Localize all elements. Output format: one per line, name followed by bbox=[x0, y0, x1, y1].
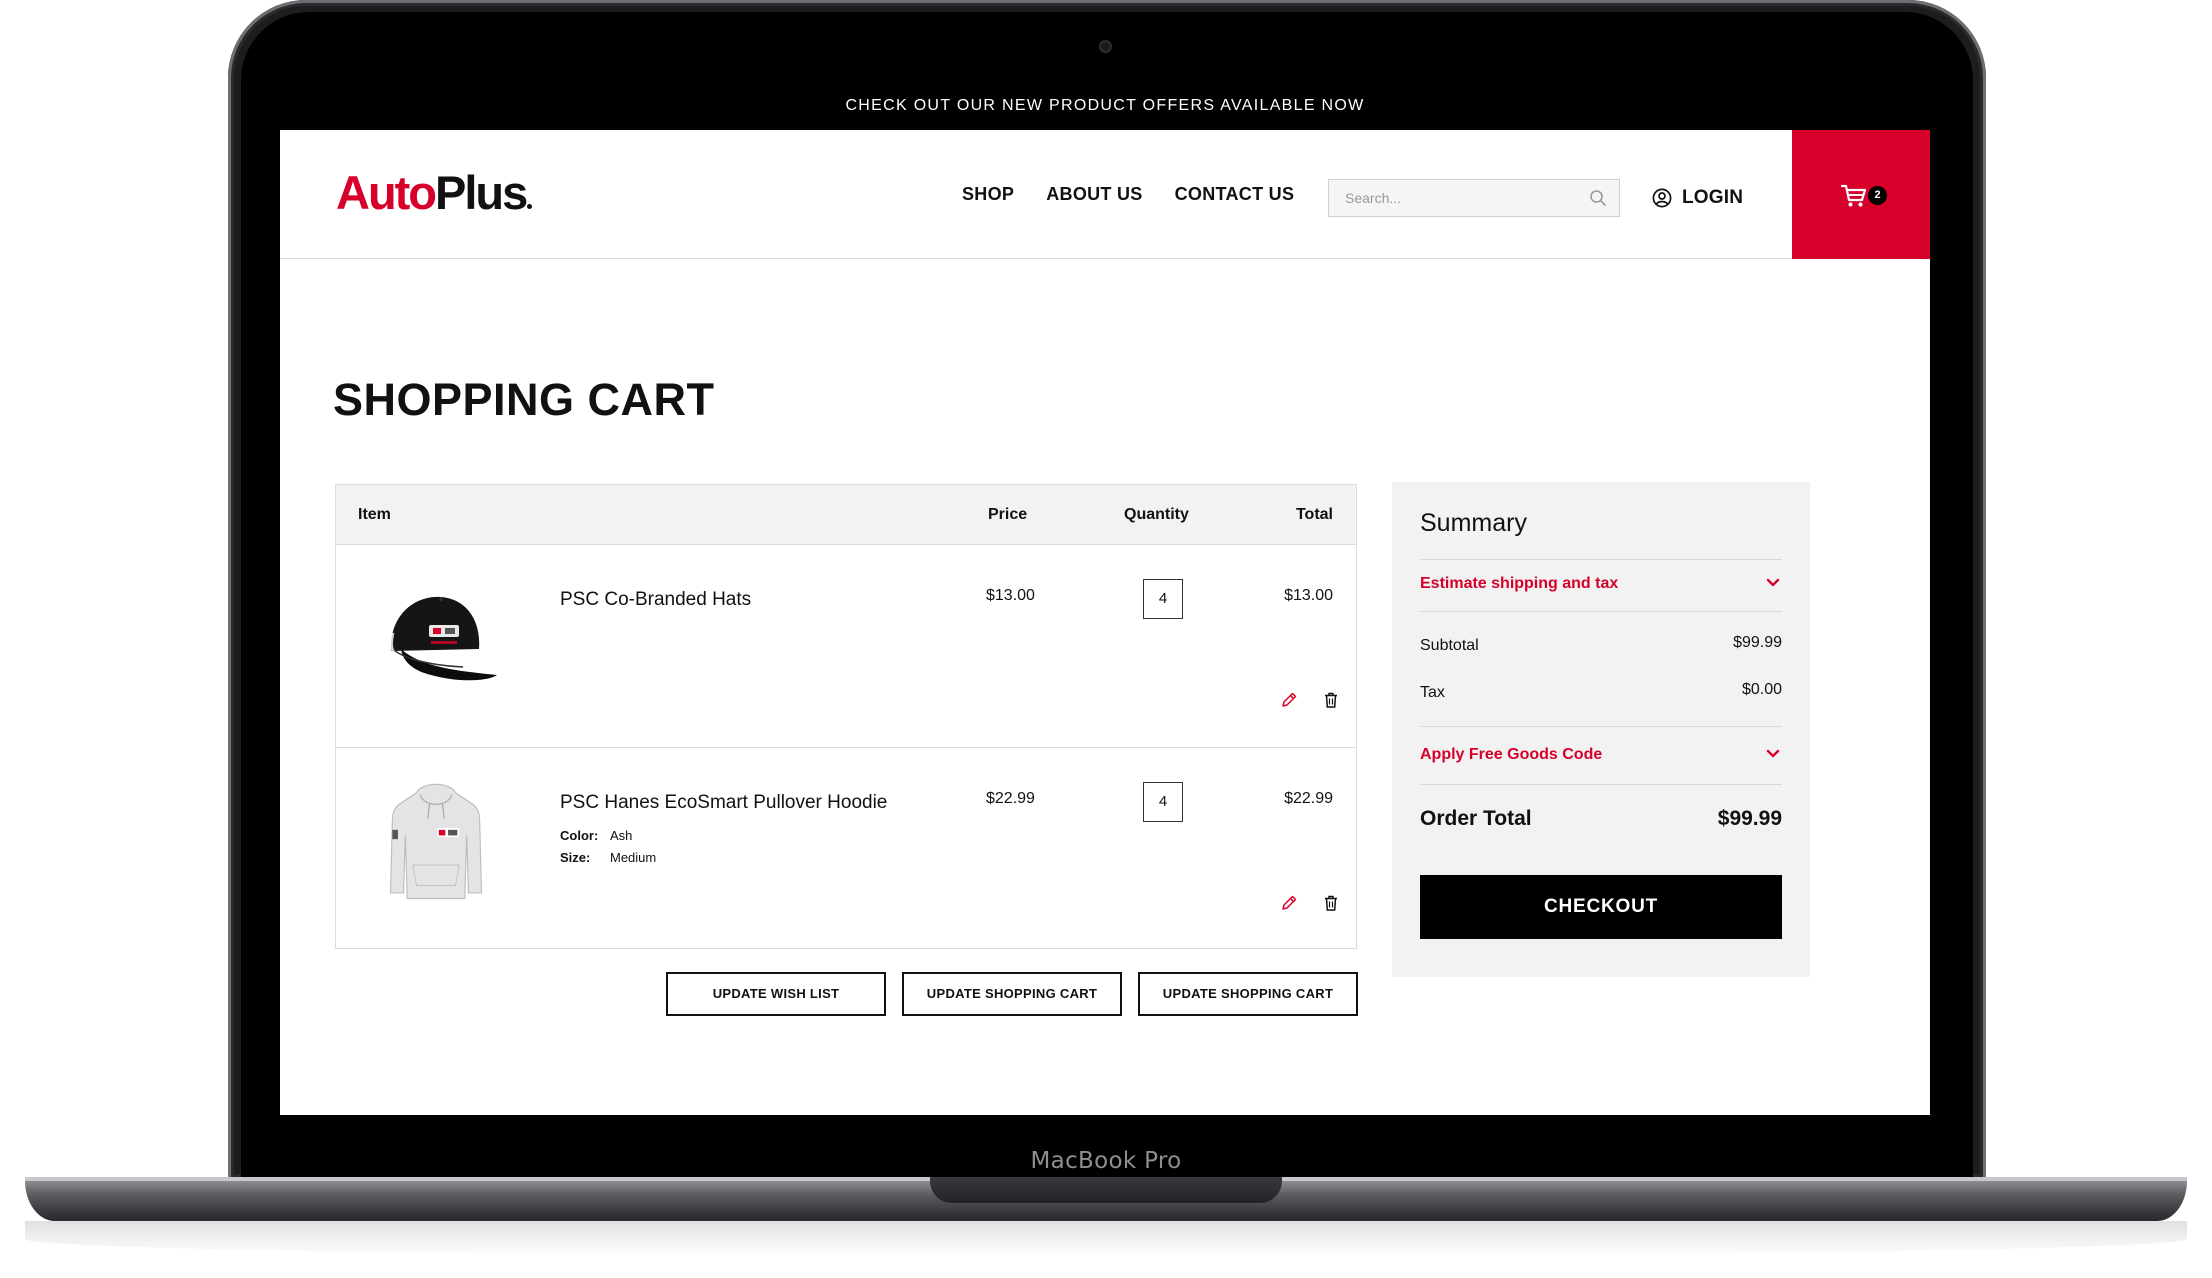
search-input[interactable] bbox=[1329, 180, 1579, 216]
option-value: Medium bbox=[610, 850, 657, 865]
product-option-color: Color: Ash bbox=[560, 828, 632, 843]
edit-pencil-icon[interactable] bbox=[1280, 691, 1298, 709]
update-wish-list-button[interactable]: UPDATE WISH LIST bbox=[666, 972, 886, 1016]
nav-contact-us[interactable]: CONTACT US bbox=[1175, 184, 1295, 205]
search-icon[interactable] bbox=[1589, 189, 1607, 207]
product-price: $22.99 bbox=[986, 790, 1035, 807]
summary-title: Summary bbox=[1420, 509, 1527, 537]
tax-value: $0.00 bbox=[1741, 681, 1782, 698]
tax-label: Tax bbox=[1420, 684, 1445, 701]
column-item: Item bbox=[358, 506, 391, 523]
login-label: LOGIN bbox=[1682, 187, 1744, 208]
column-price: Price bbox=[988, 506, 1028, 523]
cart-table: Item Price Quantity Total PSC Co-Branded… bbox=[335, 484, 1357, 949]
column-quantity: Quantity bbox=[1124, 506, 1189, 523]
subtotal-label: Subtotal bbox=[1420, 637, 1479, 654]
order-total-value: $99.99 bbox=[1717, 807, 1782, 830]
trash-icon[interactable] bbox=[1322, 894, 1340, 912]
quantity-input[interactable]: 4 bbox=[1143, 782, 1183, 822]
promo-banner[interactable]: CHECK OUT OUR NEW PRODUCT OFFERS AVAILAB… bbox=[280, 82, 1930, 130]
option-label: Size: bbox=[560, 850, 591, 865]
subtotal-value: $99.99 bbox=[1733, 634, 1782, 651]
divider bbox=[1420, 726, 1782, 727]
laptop-opening-notch bbox=[930, 1177, 1282, 1203]
estimate-shipping-toggle[interactable]: Estimate shipping and tax bbox=[1420, 575, 1618, 593]
option-value: Ash bbox=[610, 828, 633, 843]
column-total: Total bbox=[1295, 506, 1333, 523]
product-name[interactable]: PSC Hanes EcoSmart Pullover Hoodie bbox=[560, 792, 887, 814]
chevron-down-icon[interactable] bbox=[1766, 749, 1780, 759]
page-title: SHOPPING CART bbox=[333, 374, 715, 425]
laptop-shadow bbox=[25, 1221, 2187, 1257]
product-total: $22.99 bbox=[1284, 790, 1333, 807]
free-goods-code-toggle[interactable]: Apply Free Goods Code bbox=[1420, 746, 1602, 764]
chevron-down-icon[interactable] bbox=[1766, 578, 1780, 588]
user-icon bbox=[1652, 188, 1672, 208]
logo-text-auto: Auto bbox=[336, 166, 437, 219]
cart-icon bbox=[1841, 184, 1867, 207]
update-shopping-cart-button[interactable]: UPDATE SHOPPING CART bbox=[902, 972, 1122, 1016]
product-price: $13.00 bbox=[986, 587, 1035, 604]
logo-dot bbox=[527, 204, 533, 209]
divider bbox=[1420, 559, 1782, 560]
order-summary: Summary Estimate shipping and tax Subtot… bbox=[1392, 482, 1810, 977]
search-box bbox=[1328, 179, 1620, 217]
edit-pencil-icon[interactable] bbox=[1280, 894, 1298, 912]
autoplus-logo[interactable]: AutoPlus bbox=[336, 166, 533, 219]
checkout-button[interactable]: CHECKOUT bbox=[1420, 875, 1782, 939]
option-label: Color: bbox=[560, 828, 599, 843]
logo-text-plus: Plus bbox=[435, 166, 528, 219]
trash-icon[interactable] bbox=[1322, 691, 1340, 709]
product-option-size: Size: Medium bbox=[560, 850, 656, 865]
site-header: AutoPlus SHOP ABOUT US CONTACT US LOGIN bbox=[280, 130, 1930, 259]
camera-icon bbox=[1099, 40, 1112, 53]
main-nav: SHOP ABOUT US CONTACT US bbox=[962, 130, 1326, 259]
table-row: PSC Hanes EcoSmart Pullover Hoodie Color… bbox=[336, 747, 1356, 949]
product-total: $13.00 bbox=[1284, 587, 1333, 604]
table-row: PSC Co-Branded Hats $13.00 4 $13.00 bbox=[336, 545, 1356, 747]
divider bbox=[1420, 784, 1782, 785]
table-header: Item Price Quantity Total bbox=[336, 485, 1356, 545]
divider bbox=[1420, 611, 1782, 612]
black-cap-image[interactable] bbox=[371, 575, 501, 705]
nav-shop[interactable]: SHOP bbox=[962, 184, 1014, 205]
grey-hoodie-image[interactable] bbox=[371, 776, 501, 906]
cart-count-badge: 2 bbox=[1868, 186, 1887, 205]
login-button[interactable]: LOGIN bbox=[1652, 179, 1743, 217]
device-label: MacBook Pro bbox=[1030, 1148, 1182, 1174]
product-name[interactable]: PSC Co-Branded Hats bbox=[560, 589, 751, 611]
quantity-input[interactable]: 4 bbox=[1143, 579, 1183, 619]
cart-button[interactable]: 2 bbox=[1792, 130, 1930, 259]
website-viewport: AutoPlus SHOP ABOUT US CONTACT US LOGIN bbox=[280, 130, 1930, 1115]
nav-about-us[interactable]: ABOUT US bbox=[1046, 184, 1142, 205]
order-total-label: Order Total bbox=[1420, 807, 1532, 830]
update-shopping-cart-button-2[interactable]: UPDATE SHOPPING CART bbox=[1138, 972, 1358, 1016]
